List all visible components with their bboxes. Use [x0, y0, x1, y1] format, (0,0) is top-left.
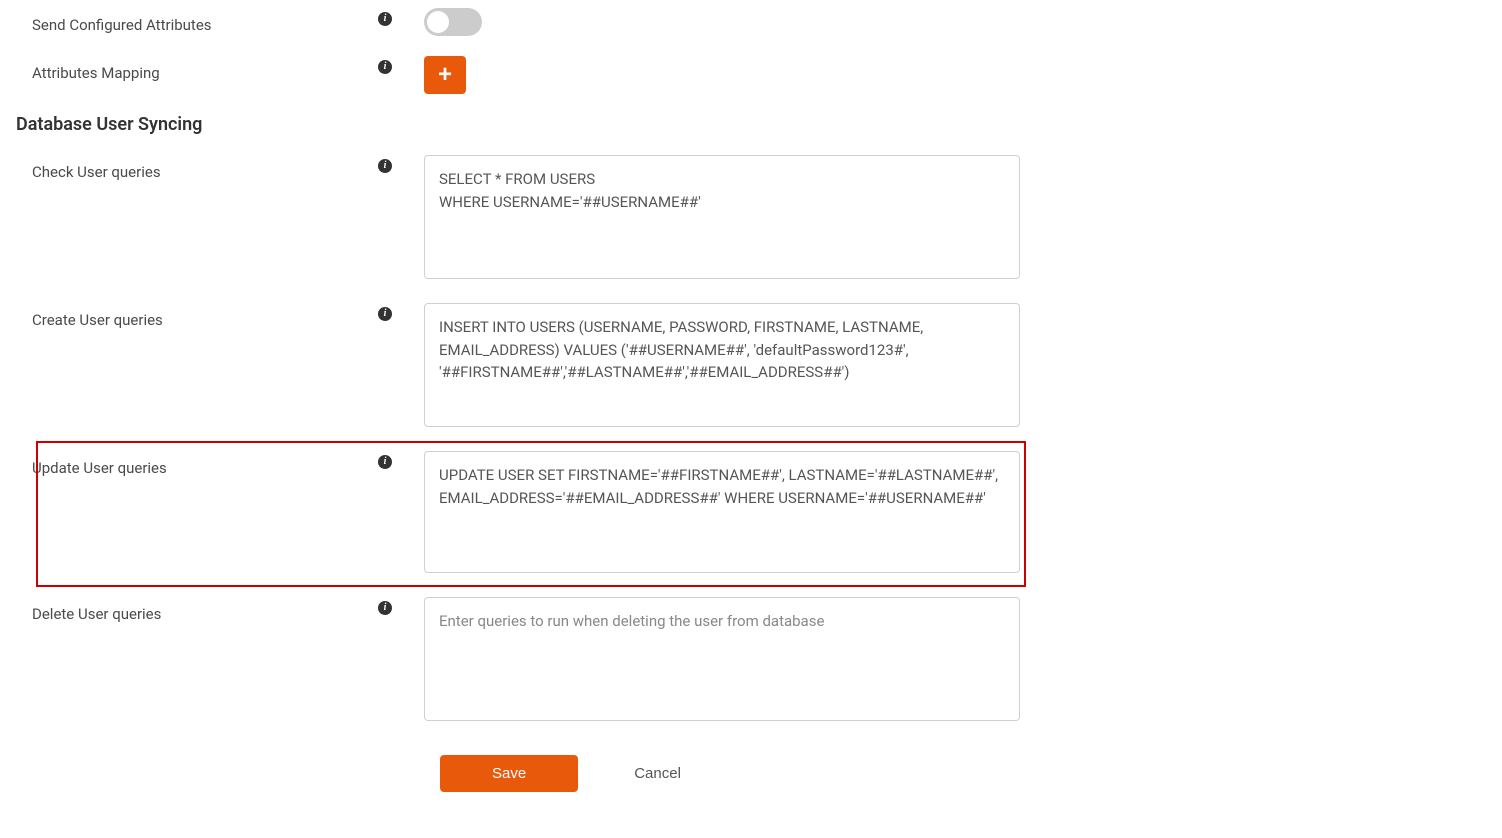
check-user-queries-input[interactable] [424, 155, 1020, 279]
attributes-mapping-row: Attributes Mapping i + [16, 56, 1486, 94]
update-user-queries-input[interactable] [424, 451, 1020, 573]
info-icon[interactable]: i [378, 12, 392, 26]
create-user-queries-row: Create User queries i [16, 303, 1486, 431]
create-user-queries-label: Create User queries [16, 303, 362, 329]
check-user-queries-row: Check User queries i [16, 155, 1486, 283]
info-icon[interactable]: i [378, 60, 392, 74]
delete-user-queries-input[interactable] [424, 597, 1020, 721]
create-user-queries-input[interactable] [424, 303, 1020, 427]
plus-icon: + [438, 63, 452, 87]
update-user-queries-row: Update User queries i [16, 451, 1486, 577]
info-icon[interactable]: i [378, 601, 392, 615]
update-user-queries-label: Update User queries [16, 451, 362, 477]
attributes-mapping-label: Attributes Mapping [16, 56, 362, 82]
send-configured-attributes-toggle[interactable] [424, 8, 482, 36]
check-user-queries-label: Check User queries [16, 155, 362, 181]
send-configured-attributes-label: Send Configured Attributes [16, 8, 362, 34]
info-icon[interactable]: i [378, 455, 392, 469]
save-button[interactable]: Save [440, 755, 578, 792]
info-icon[interactable]: i [378, 159, 392, 173]
database-user-syncing-heading: Database User Syncing [16, 114, 1486, 135]
attributes-mapping-add-button[interactable]: + [424, 56, 466, 94]
delete-user-queries-row: Delete User queries i [16, 597, 1486, 725]
info-icon[interactable]: i [378, 307, 392, 321]
action-buttons: Save Cancel [440, 755, 1486, 792]
cancel-button[interactable]: Cancel [634, 765, 681, 782]
delete-user-queries-label: Delete User queries [16, 597, 362, 623]
send-configured-attributes-row: Send Configured Attributes i [16, 8, 1486, 36]
toggle-knob [427, 11, 449, 33]
